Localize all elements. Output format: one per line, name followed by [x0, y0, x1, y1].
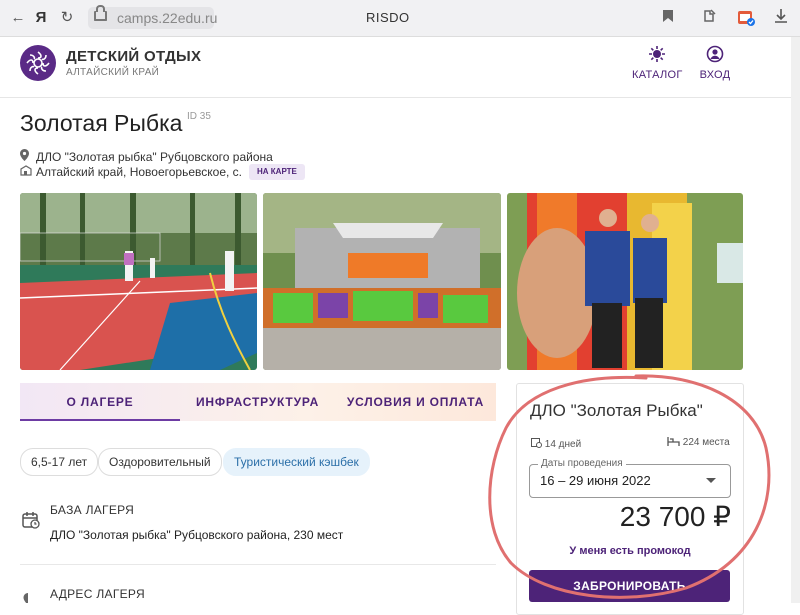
tab-infrastructure[interactable]: ИНФРАСТРУКТУРА	[180, 383, 335, 421]
tab-about[interactable]: О ЛАГЕРЕ	[20, 383, 180, 421]
building-icon	[20, 165, 36, 179]
back-icon[interactable]: ←	[8, 8, 28, 28]
nav-login-label: ВХОД	[699, 69, 731, 81]
browser-toolbar: ← Я ↻ camps.22edu.ru RISDO	[0, 0, 800, 37]
address-bar[interactable]: camps.22edu.ru	[88, 5, 218, 29]
camp-id: ID 35	[187, 111, 211, 122]
organization-text: ДЛО "Золотая рыбка" Рубцовского района	[36, 150, 273, 164]
map-button[interactable]: НА КАРТЕ	[249, 164, 305, 180]
booking-capacity: 224 места	[667, 437, 730, 448]
camp-photo-1[interactable]	[20, 193, 257, 370]
site-title[interactable]: ДЕТСКИЙ ОТДЫХ	[66, 48, 201, 65]
booking-capacity-text: 224 места	[682, 437, 730, 448]
section-address-title: АДРЕС ЛАГЕРЯ	[50, 587, 145, 601]
lock-icon	[94, 5, 107, 21]
url-text: camps.22edu.ru	[117, 10, 218, 26]
chip-type: Оздоровительный	[98, 448, 222, 476]
section-divider	[20, 564, 496, 565]
booking-card: ДЛО "Золотая Рыбка" 14 дней 224 места Да…	[516, 383, 744, 615]
site-subtitle: АЛТАЙСКИЙ КРАЙ	[66, 67, 160, 78]
browser-logo-icon[interactable]: Я	[31, 8, 51, 28]
location-text: Алтайский край, Новоегорьевское, с.	[36, 165, 242, 179]
profile-icon[interactable]	[736, 8, 756, 28]
extensions-icon[interactable]	[700, 8, 720, 28]
download-icon[interactable]	[771, 8, 791, 28]
section-base-text: ДЛО "Золотая рыбка" Рубцовского района, …	[50, 528, 344, 542]
chip-age: 6,5-17 лет	[20, 448, 99, 476]
reload-icon[interactable]: ↻	[57, 8, 77, 28]
camp-photo-3[interactable]	[507, 193, 743, 370]
chevron-down-icon[interactable]	[706, 478, 716, 483]
page-title: Золотая Рыбка	[20, 110, 183, 136]
site-logo-icon[interactable]	[20, 45, 56, 81]
pin-icon	[20, 149, 36, 164]
nav-login-button[interactable]: ВХОД	[696, 45, 734, 81]
section-base-title: БАЗА ЛАГЕРЯ	[50, 503, 135, 517]
organization-line: ДЛО "Золотая рыбка" Рубцовского района	[20, 149, 273, 164]
nav-catalog-button[interactable]: КАТАЛОГ	[632, 45, 682, 81]
catalog-icon	[649, 46, 665, 62]
pin-icon	[22, 590, 34, 608]
booking-duration: 14 дней	[531, 437, 581, 450]
location-line: Алтайский край, Новоегорьевское, с.	[20, 165, 242, 179]
bed-icon	[667, 437, 680, 446]
camp-photo-2[interactable]	[263, 193, 501, 370]
dates-value: 16 – 29 июня 2022	[540, 473, 651, 488]
scrollbar[interactable]	[791, 37, 800, 603]
promo-code-link[interactable]: У меня есть промокод	[517, 545, 743, 557]
dates-label: Даты проведения	[538, 458, 626, 469]
price: 23 700 ₽	[619, 501, 731, 532]
tab-title: RISDO	[366, 10, 410, 25]
bookmark-icon[interactable]	[658, 8, 678, 28]
user-icon	[706, 45, 724, 63]
tabs-bar: О ЛАГЕРЕ ИНФРАСТРУКТУРА УСЛОВИЯ И ОПЛАТА	[20, 383, 496, 421]
book-button[interactable]: ЗАБРОНИРОВАТЬ	[529, 570, 730, 602]
dates-select[interactable]: Даты проведения 16 – 29 июня 2022	[529, 458, 731, 498]
tab-conditions[interactable]: УСЛОВИЯ И ОПЛАТА	[335, 383, 496, 421]
active-tab-indicator	[20, 419, 180, 421]
calendar-icon	[22, 511, 40, 534]
calendar-clock-icon	[531, 438, 542, 448]
nav-catalog-label: КАТАЛОГ	[632, 69, 683, 81]
site-header: ДЕТСКИЙ ОТДЫХ АЛТАЙСКИЙ КРАЙ КАТАЛОГ ВХО…	[0, 37, 800, 98]
booking-duration-text: 14 дней	[544, 439, 582, 450]
booking-title: ДЛО "Золотая Рыбка"	[530, 401, 703, 420]
chip-cashback[interactable]: Туристический кэшбек	[223, 448, 370, 476]
